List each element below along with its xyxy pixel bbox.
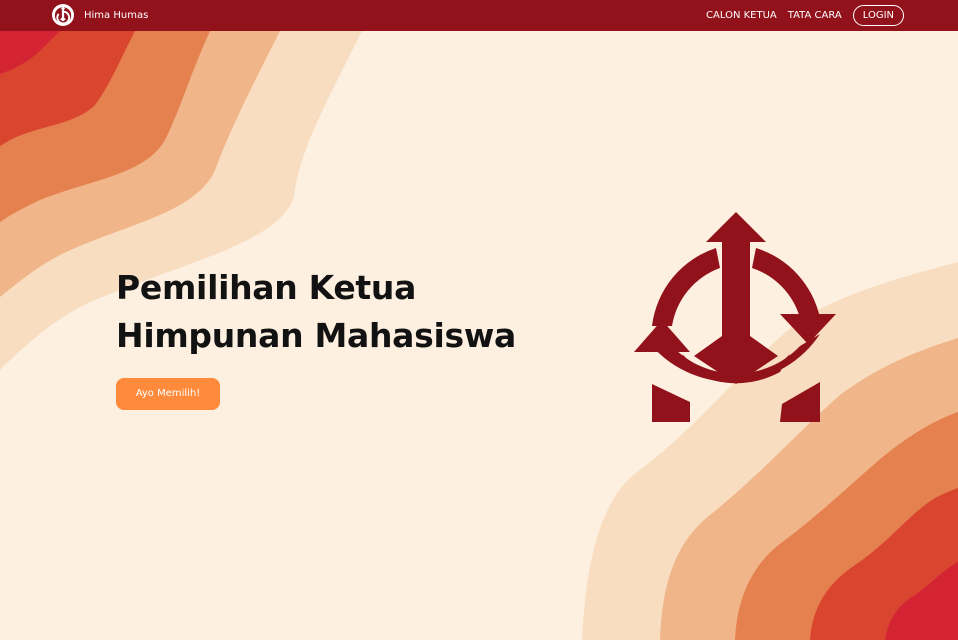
hero-title-line-1: Pemilihan Ketua: [116, 268, 417, 307]
emblem-ring-right: [752, 248, 820, 318]
nav-links: CALON KETUA TATA CARA LOGIN: [706, 3, 904, 27]
emblem-left-arrowhead: [634, 320, 690, 352]
organization-emblem-icon: [634, 212, 836, 422]
emblem-ring-left: [652, 248, 720, 326]
brand-name: Hima Humas: [84, 9, 149, 21]
brand[interactable]: Hima Humas: [52, 4, 148, 26]
nav-link-calon-ketua[interactable]: CALON KETUA: [706, 10, 777, 21]
emblem-central-arrow: [694, 212, 778, 384]
emblem-left-foot: [652, 384, 690, 422]
brand-logo-icon: [52, 4, 74, 26]
emblem-right-foot: [780, 382, 820, 422]
hero-title: Pemilihan Ketua Himpunan Mahasiswa: [116, 264, 516, 360]
emblem-right-arrowhead: [780, 314, 836, 344]
hero-title-line-2: Himpunan Mahasiswa: [116, 316, 516, 355]
hero: Pemilihan Ketua Himpunan Mahasiswa Ayo M…: [116, 264, 516, 410]
vote-cta-button[interactable]: Ayo Memilih!: [116, 378, 220, 410]
nav-link-tata-cara[interactable]: TATA CARA: [788, 10, 842, 21]
navbar: Hima Humas CALON KETUA TATA CARA LOGIN: [0, 0, 958, 31]
login-button[interactable]: LOGIN: [852, 4, 904, 26]
